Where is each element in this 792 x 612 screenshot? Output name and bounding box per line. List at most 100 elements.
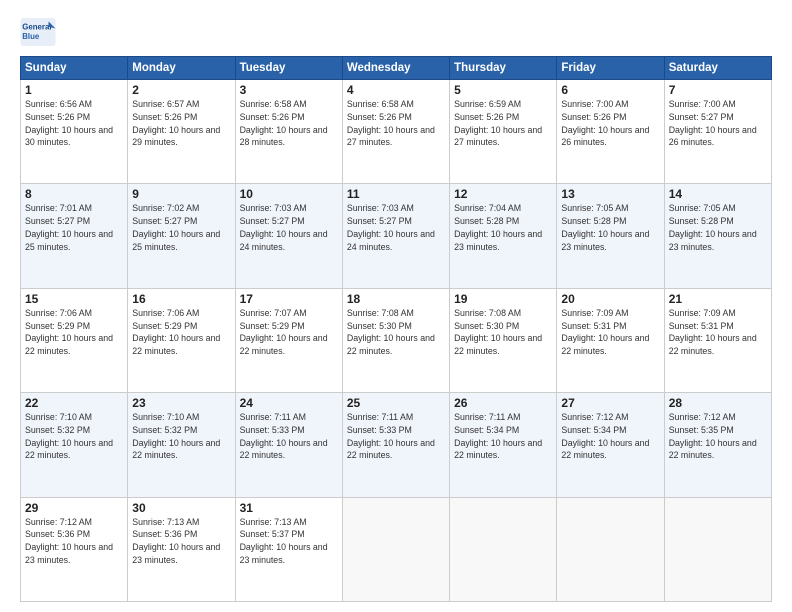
day-info: Sunrise: 7:06 AMSunset: 5:29 PMDaylight:… <box>25 307 123 358</box>
empty-cell <box>557 497 664 601</box>
day-number: 27 <box>561 396 659 410</box>
day-info: Sunrise: 7:09 AMSunset: 5:31 PMDaylight:… <box>669 307 767 358</box>
calendar-week-row: 8Sunrise: 7:01 AMSunset: 5:27 PMDaylight… <box>21 184 772 288</box>
day-info: Sunrise: 7:04 AMSunset: 5:28 PMDaylight:… <box>454 202 552 253</box>
day-cell: 16Sunrise: 7:06 AMSunset: 5:29 PMDayligh… <box>128 288 235 392</box>
day-info: Sunrise: 6:56 AMSunset: 5:26 PMDaylight:… <box>25 98 123 149</box>
day-number: 5 <box>454 83 552 97</box>
generalblue-logo-icon: General Blue <box>20 18 56 46</box>
day-info: Sunrise: 7:05 AMSunset: 5:28 PMDaylight:… <box>561 202 659 253</box>
day-cell: 22Sunrise: 7:10 AMSunset: 5:32 PMDayligh… <box>21 393 128 497</box>
svg-text:General: General <box>22 22 51 31</box>
empty-cell <box>664 497 771 601</box>
day-number: 6 <box>561 83 659 97</box>
day-cell: 23Sunrise: 7:10 AMSunset: 5:32 PMDayligh… <box>128 393 235 497</box>
day-cell: 21Sunrise: 7:09 AMSunset: 5:31 PMDayligh… <box>664 288 771 392</box>
day-info: Sunrise: 7:01 AMSunset: 5:27 PMDaylight:… <box>25 202 123 253</box>
day-number: 10 <box>240 187 338 201</box>
day-cell: 19Sunrise: 7:08 AMSunset: 5:30 PMDayligh… <box>450 288 557 392</box>
empty-cell <box>450 497 557 601</box>
day-number: 9 <box>132 187 230 201</box>
day-number: 1 <box>25 83 123 97</box>
day-number: 20 <box>561 292 659 306</box>
day-info: Sunrise: 7:08 AMSunset: 5:30 PMDaylight:… <box>454 307 552 358</box>
day-number: 19 <box>454 292 552 306</box>
day-number: 21 <box>669 292 767 306</box>
day-cell: 30Sunrise: 7:13 AMSunset: 5:36 PMDayligh… <box>128 497 235 601</box>
day-cell: 11Sunrise: 7:03 AMSunset: 5:27 PMDayligh… <box>342 184 449 288</box>
day-cell: 5Sunrise: 6:59 AMSunset: 5:26 PMDaylight… <box>450 80 557 184</box>
day-info: Sunrise: 7:02 AMSunset: 5:27 PMDaylight:… <box>132 202 230 253</box>
day-cell: 24Sunrise: 7:11 AMSunset: 5:33 PMDayligh… <box>235 393 342 497</box>
day-info: Sunrise: 7:00 AMSunset: 5:26 PMDaylight:… <box>561 98 659 149</box>
calendar-table: SundayMondayTuesdayWednesdayThursdayFrid… <box>20 56 772 602</box>
day-number: 31 <box>240 501 338 515</box>
day-info: Sunrise: 7:11 AMSunset: 5:33 PMDaylight:… <box>240 411 338 462</box>
header-wednesday: Wednesday <box>342 57 449 80</box>
day-cell: 10Sunrise: 7:03 AMSunset: 5:27 PMDayligh… <box>235 184 342 288</box>
svg-text:Blue: Blue <box>22 32 40 41</box>
day-info: Sunrise: 7:11 AMSunset: 5:33 PMDaylight:… <box>347 411 445 462</box>
day-info: Sunrise: 7:10 AMSunset: 5:32 PMDaylight:… <box>132 411 230 462</box>
calendar-header-row: SundayMondayTuesdayWednesdayThursdayFrid… <box>21 57 772 80</box>
day-info: Sunrise: 6:57 AMSunset: 5:26 PMDaylight:… <box>132 98 230 149</box>
header-saturday: Saturday <box>664 57 771 80</box>
logo: General Blue <box>20 18 62 46</box>
day-info: Sunrise: 7:09 AMSunset: 5:31 PMDaylight:… <box>561 307 659 358</box>
day-cell: 20Sunrise: 7:09 AMSunset: 5:31 PMDayligh… <box>557 288 664 392</box>
header-tuesday: Tuesday <box>235 57 342 80</box>
day-cell: 3Sunrise: 6:58 AMSunset: 5:26 PMDaylight… <box>235 80 342 184</box>
day-cell: 18Sunrise: 7:08 AMSunset: 5:30 PMDayligh… <box>342 288 449 392</box>
day-info: Sunrise: 7:07 AMSunset: 5:29 PMDaylight:… <box>240 307 338 358</box>
day-cell: 9Sunrise: 7:02 AMSunset: 5:27 PMDaylight… <box>128 184 235 288</box>
day-number: 2 <box>132 83 230 97</box>
day-cell: 1Sunrise: 6:56 AMSunset: 5:26 PMDaylight… <box>21 80 128 184</box>
day-number: 15 <box>25 292 123 306</box>
day-cell: 14Sunrise: 7:05 AMSunset: 5:28 PMDayligh… <box>664 184 771 288</box>
day-info: Sunrise: 7:10 AMSunset: 5:32 PMDaylight:… <box>25 411 123 462</box>
day-cell: 7Sunrise: 7:00 AMSunset: 5:27 PMDaylight… <box>664 80 771 184</box>
day-number: 18 <box>347 292 445 306</box>
header-sunday: Sunday <box>21 57 128 80</box>
calendar-week-row: 22Sunrise: 7:10 AMSunset: 5:32 PMDayligh… <box>21 393 772 497</box>
day-info: Sunrise: 7:00 AMSunset: 5:27 PMDaylight:… <box>669 98 767 149</box>
calendar-week-row: 15Sunrise: 7:06 AMSunset: 5:29 PMDayligh… <box>21 288 772 392</box>
day-number: 29 <box>25 501 123 515</box>
day-cell: 17Sunrise: 7:07 AMSunset: 5:29 PMDayligh… <box>235 288 342 392</box>
day-info: Sunrise: 7:03 AMSunset: 5:27 PMDaylight:… <box>240 202 338 253</box>
day-info: Sunrise: 6:58 AMSunset: 5:26 PMDaylight:… <box>240 98 338 149</box>
day-number: 22 <box>25 396 123 410</box>
day-number: 8 <box>25 187 123 201</box>
day-number: 17 <box>240 292 338 306</box>
day-number: 25 <box>347 396 445 410</box>
day-cell: 12Sunrise: 7:04 AMSunset: 5:28 PMDayligh… <box>450 184 557 288</box>
empty-cell <box>342 497 449 601</box>
day-info: Sunrise: 7:08 AMSunset: 5:30 PMDaylight:… <box>347 307 445 358</box>
day-cell: 26Sunrise: 7:11 AMSunset: 5:34 PMDayligh… <box>450 393 557 497</box>
calendar-week-row: 1Sunrise: 6:56 AMSunset: 5:26 PMDaylight… <box>21 80 772 184</box>
day-number: 26 <box>454 396 552 410</box>
header: General Blue <box>20 18 772 46</box>
day-cell: 31Sunrise: 7:13 AMSunset: 5:37 PMDayligh… <box>235 497 342 601</box>
day-cell: 13Sunrise: 7:05 AMSunset: 5:28 PMDayligh… <box>557 184 664 288</box>
day-info: Sunrise: 7:12 AMSunset: 5:35 PMDaylight:… <box>669 411 767 462</box>
day-number: 7 <box>669 83 767 97</box>
calendar-week-row: 29Sunrise: 7:12 AMSunset: 5:36 PMDayligh… <box>21 497 772 601</box>
day-cell: 29Sunrise: 7:12 AMSunset: 5:36 PMDayligh… <box>21 497 128 601</box>
day-number: 4 <box>347 83 445 97</box>
day-cell: 2Sunrise: 6:57 AMSunset: 5:26 PMDaylight… <box>128 80 235 184</box>
day-info: Sunrise: 7:03 AMSunset: 5:27 PMDaylight:… <box>347 202 445 253</box>
day-info: Sunrise: 7:13 AMSunset: 5:37 PMDaylight:… <box>240 516 338 567</box>
day-info: Sunrise: 7:05 AMSunset: 5:28 PMDaylight:… <box>669 202 767 253</box>
day-number: 16 <box>132 292 230 306</box>
day-number: 12 <box>454 187 552 201</box>
day-number: 13 <box>561 187 659 201</box>
day-info: Sunrise: 7:06 AMSunset: 5:29 PMDaylight:… <box>132 307 230 358</box>
day-cell: 15Sunrise: 7:06 AMSunset: 5:29 PMDayligh… <box>21 288 128 392</box>
day-cell: 6Sunrise: 7:00 AMSunset: 5:26 PMDaylight… <box>557 80 664 184</box>
day-number: 24 <box>240 396 338 410</box>
day-info: Sunrise: 6:58 AMSunset: 5:26 PMDaylight:… <box>347 98 445 149</box>
header-monday: Monday <box>128 57 235 80</box>
day-info: Sunrise: 7:12 AMSunset: 5:34 PMDaylight:… <box>561 411 659 462</box>
day-number: 23 <box>132 396 230 410</box>
